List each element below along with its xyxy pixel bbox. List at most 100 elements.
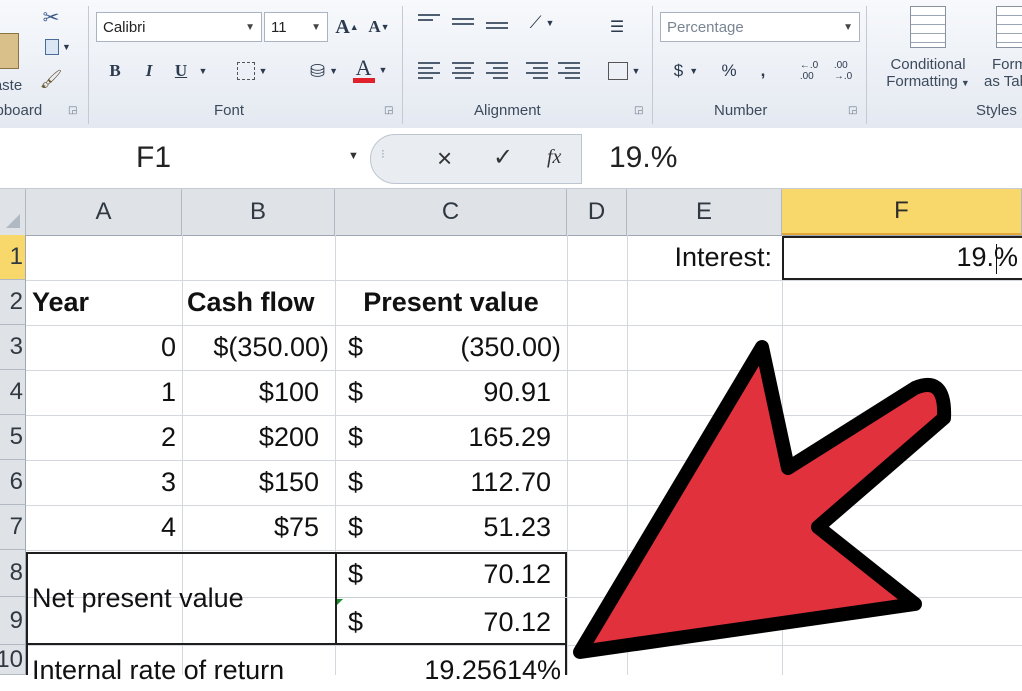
select-all-corner[interactable]: [0, 189, 26, 235]
align-bottom-icon[interactable]: [486, 22, 508, 38]
align-right-icon[interactable]: [486, 62, 508, 79]
cell-a3[interactable]: 0: [26, 325, 176, 370]
decrease-decimal-button[interactable]: .00 →.0: [828, 56, 858, 86]
row-header-10[interactable]: 10: [0, 645, 26, 675]
cell-a4[interactable]: 1: [26, 370, 176, 415]
cell-c7-symbol: $: [348, 512, 364, 542]
row-header-7[interactable]: 7: [0, 505, 26, 550]
cell-c2[interactable]: Present value: [335, 280, 567, 325]
format-as-table-icon: [996, 6, 1022, 48]
number-launcher-icon[interactable]: ◲: [848, 105, 857, 116]
wrap-text-icon[interactable]: ☰: [604, 14, 630, 40]
triangle-icon: [5, 214, 20, 228]
underline-dropdown-icon[interactable]: ▼: [196, 56, 210, 86]
font-name-combo[interactable]: Calibri ▼: [96, 12, 262, 42]
bold-button[interactable]: B: [102, 56, 128, 86]
comma-button[interactable]: ,: [752, 58, 774, 84]
cell-a2[interactable]: Year: [32, 280, 182, 325]
column-header-f[interactable]: F: [782, 189, 1022, 235]
cell-a5[interactable]: 2: [26, 415, 176, 460]
row-header-6[interactable]: 6: [0, 460, 26, 505]
font-size-combo[interactable]: 11 ▼: [264, 12, 328, 42]
conditional-formatting-icon: [910, 6, 946, 48]
column-header-b[interactable]: B: [182, 189, 335, 235]
cell-a8-merged[interactable]: Net present value: [32, 552, 332, 645]
increase-decimal-button[interactable]: ←.0 .00: [794, 56, 824, 86]
number-format-combo[interactable]: Percentage ▼: [660, 12, 860, 42]
chevron-down-icon: ▼: [311, 21, 321, 33]
row-header-5[interactable]: 5: [0, 415, 26, 460]
row-header-8[interactable]: 8: [0, 550, 26, 597]
borders-icon[interactable]: ▼: [232, 58, 272, 84]
fill-color-icon[interactable]: ⛁ ▼: [302, 56, 346, 86]
cut-icon[interactable]: ✂: [38, 4, 64, 30]
underline-button[interactable]: U: [168, 56, 194, 86]
cell-a6[interactable]: 3: [26, 460, 176, 505]
paste-button[interactable]: Paste: [0, 8, 26, 94]
italic-button[interactable]: I: [136, 56, 162, 86]
cell-b7[interactable]: $75: [182, 505, 319, 550]
formula-input[interactable]: 19.%: [585, 130, 1022, 186]
cell-c8[interactable]: 70.12: [380, 552, 551, 597]
format-painter-icon[interactable]: 🖌: [38, 66, 64, 92]
shrink-font-button[interactable]: A ▼: [366, 12, 392, 42]
text-cursor: [996, 244, 997, 274]
cancel-icon[interactable]: ×: [437, 143, 452, 174]
row-header-1[interactable]: 1: [0, 235, 26, 280]
percent-button[interactable]: %: [716, 58, 742, 84]
cell-c6-symbol: $: [348, 467, 364, 497]
cell-b4[interactable]: $100: [182, 370, 319, 415]
align-center-icon[interactable]: [452, 62, 474, 79]
merge-center-icon[interactable]: ▼: [604, 58, 644, 84]
font-launcher-icon[interactable]: ◲: [384, 105, 393, 116]
column-header-c[interactable]: C: [335, 189, 567, 235]
increase-indent-icon[interactable]: [558, 62, 580, 79]
cell-b3[interactable]: $(350.00): [182, 325, 329, 370]
format-as-table-button[interactable]: Format as Table: [982, 4, 1022, 96]
name-box[interactable]: F1 ▼: [0, 130, 370, 186]
cell-b5[interactable]: $200: [182, 415, 319, 460]
insert-function-icon[interactable]: fx: [547, 146, 561, 169]
chevron-down-icon: ▼: [245, 21, 255, 33]
alignment-group-label: Alignment: [474, 102, 541, 119]
decrease-indent-icon[interactable]: [526, 62, 548, 79]
grow-font-button[interactable]: A ▲: [334, 12, 360, 42]
align-left-icon[interactable]: [418, 62, 440, 79]
clipboard-launcher-icon[interactable]: ◲: [68, 105, 77, 116]
row-header-3[interactable]: 3: [0, 325, 26, 370]
cell-c8-symbol: $: [348, 559, 364, 589]
font-color-button[interactable]: A ▼: [350, 54, 390, 86]
currency-button[interactable]: $ ▼: [666, 58, 706, 84]
column-header-e[interactable]: E: [627, 189, 782, 235]
align-top-icon[interactable]: [418, 14, 440, 30]
cell-c9-symbol: $: [348, 606, 364, 637]
error-indicator-icon: [337, 599, 343, 605]
cell-c7[interactable]: 51.23: [380, 505, 551, 550]
column-header-a[interactable]: A: [26, 189, 182, 235]
number-group-label: Number: [714, 102, 768, 119]
cell-c6[interactable]: 112.70: [380, 460, 551, 505]
cell-b6[interactable]: $150: [182, 460, 319, 505]
chevron-down-icon[interactable]: ▼: [348, 150, 359, 162]
column-header-d[interactable]: D: [567, 189, 627, 235]
cell-b2[interactable]: Cash flow: [187, 280, 335, 325]
cell-c5[interactable]: 165.29: [380, 415, 551, 460]
cell-c9[interactable]: 70.12: [380, 599, 551, 645]
orientation-icon[interactable]: ⟋ ▼: [522, 10, 562, 36]
formula-controls: ⁝ × ✓ fx: [370, 134, 582, 184]
row-header-2[interactable]: 2: [0, 280, 26, 325]
clipboard-group-label: Clipboard: [0, 102, 43, 119]
row-header-9[interactable]: 9: [0, 597, 26, 645]
copy-icon[interactable]: ▼: [38, 34, 78, 60]
align-middle-icon[interactable]: [452, 18, 474, 34]
cell-e1[interactable]: Interest:: [627, 235, 772, 280]
cell-c3[interactable]: (350.00): [380, 325, 561, 370]
cell-c4-symbol: $: [348, 377, 364, 407]
conditional-formatting-button[interactable]: Conditional Formatting ▼: [876, 4, 980, 96]
enter-icon[interactable]: ✓: [493, 143, 513, 172]
alignment-launcher-icon[interactable]: ◲: [634, 105, 643, 116]
cell-c4[interactable]: 90.91: [380, 370, 551, 415]
cell-a7[interactable]: 4: [26, 505, 176, 550]
chevron-down-icon: ▼: [843, 21, 853, 33]
row-header-4[interactable]: 4: [0, 370, 26, 415]
